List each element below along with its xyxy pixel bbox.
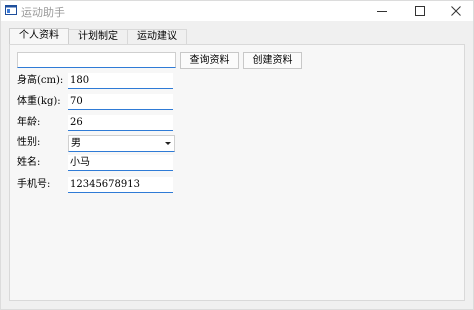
height-field[interactable]: 180 <box>68 73 173 89</box>
maximize-button[interactable] <box>401 1 439 21</box>
minimize-icon <box>377 11 387 12</box>
tab-plan[interactable]: 计划制定 <box>68 29 128 44</box>
weight-label: 体重(kg): <box>17 96 61 107</box>
age-label: 年龄: <box>17 117 41 128</box>
gender-label: 性别: <box>17 137 41 148</box>
query-profile-button[interactable]: 查询资料 <box>180 52 239 69</box>
search-input[interactable] <box>17 52 176 68</box>
weight-field[interactable]: 70 <box>68 94 173 110</box>
maximize-icon <box>415 6 425 16</box>
chevron-down-icon <box>165 142 171 145</box>
gender-select[interactable]: 男 <box>68 135 175 152</box>
tab-personal-info[interactable]: 个人资料 <box>9 28 69 44</box>
height-label: 身高(cm): <box>17 75 64 86</box>
window-title: 运动助手 <box>21 6 65 19</box>
create-profile-button[interactable]: 创建资料 <box>243 52 302 69</box>
age-field[interactable]: 26 <box>68 115 173 131</box>
app-window-icon <box>5 5 17 15</box>
name-field[interactable]: 小马 <box>68 155 173 171</box>
gender-select-value: 男 <box>71 138 81 149</box>
minimize-button[interactable] <box>363 1 401 21</box>
close-icon <box>451 6 461 16</box>
name-label: 姓名: <box>17 157 41 168</box>
title-bar: 运动助手 <box>1 1 473 21</box>
phone-label: 手机号: <box>17 179 51 190</box>
tab-bar: 个人资料 计划制定 运动建议 <box>9 28 187 44</box>
close-button[interactable] <box>437 1 474 21</box>
tab-exercise-advice[interactable]: 运动建议 <box>127 29 187 44</box>
app-window: 运动助手 个人资料 计划制定 运动建议 查询资料 创建资料 身高(cm): 18… <box>0 0 474 310</box>
phone-field[interactable]: 12345678913 <box>68 177 173 193</box>
